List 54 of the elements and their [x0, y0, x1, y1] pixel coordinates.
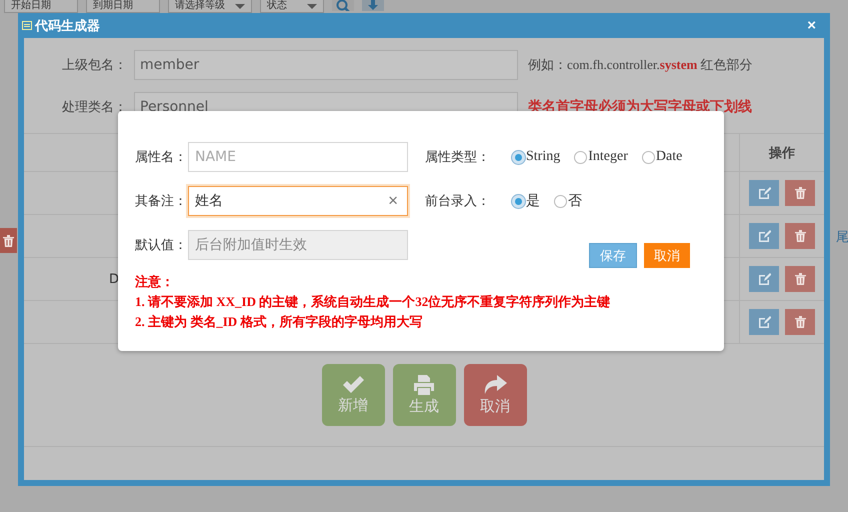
radio-option[interactable]: String — [512, 149, 560, 165]
option-label: 属性类型： — [425, 149, 491, 166]
download-icon — [366, 0, 380, 11]
radio-option[interactable]: 否 — [554, 192, 582, 210]
window-title: 代码生成器 — [35, 18, 101, 34]
note-text: 2. 主键为 类名_ID 格式，所有字段的字母均用大写 — [135, 313, 424, 330]
edit-icon — [758, 273, 770, 285]
delete-button[interactable] — [785, 266, 815, 292]
cancel-button[interactable]: 取消 — [464, 364, 526, 426]
delete-button[interactable] — [785, 180, 815, 206]
close-button[interactable]: × — [807, 17, 826, 34]
printer-icon — [413, 374, 435, 394]
select-field[interactable]: 状态 — [260, 0, 324, 13]
edit-icon — [758, 187, 770, 199]
field-label: 默认值： — [135, 237, 188, 254]
search-icon — [336, 0, 350, 11]
date-field[interactable]: 到期日期 — [86, 0, 160, 13]
edit-button[interactable] — [749, 180, 779, 206]
edit-button[interactable] — [749, 266, 779, 292]
trash-icon — [794, 273, 806, 285]
edit-button[interactable] — [749, 309, 779, 335]
note-text: 1. 请不要添加 XX_ID 的主键，系统自动生成一个32位无序不重复字符序列作为主键 — [135, 293, 612, 310]
delete-button[interactable] — [785, 223, 815, 249]
clear-button[interactable]: × — [388, 192, 398, 210]
column-header: 操作 — [739, 134, 824, 171]
radio-option[interactable]: 是 — [512, 192, 540, 210]
table-cell: D — [109, 272, 120, 286]
search-button[interactable] — [332, 0, 354, 11]
note-text: 注意： — [135, 273, 175, 290]
trash-icon — [794, 187, 806, 199]
select-field[interactable]: 请选择等级 — [168, 0, 252, 13]
field-label: 处理类名： — [61, 99, 127, 116]
download-button[interactable] — [362, 0, 384, 11]
edit-icon — [758, 316, 770, 328]
text-field[interactable]: member — [134, 50, 518, 80]
check-icon — [342, 376, 364, 394]
field-label: 其备注： — [135, 193, 188, 210]
input-field[interactable]: NAME — [188, 142, 408, 172]
edit-icon — [758, 230, 770, 242]
option-label: 前台录入： — [425, 193, 491, 210]
field-label: 上级包名： — [61, 57, 127, 74]
trash-icon — [794, 316, 806, 328]
window-icon — [22, 21, 32, 30]
delete-button[interactable] — [785, 309, 815, 335]
share-arrow-icon — [483, 374, 507, 394]
edit-button[interactable] — [749, 223, 779, 249]
example-text: 例如：com.fh.controller.system 红色部分 — [528, 56, 753, 74]
trash-icon — [3, 234, 14, 246]
radio-option[interactable]: Integer — [574, 149, 628, 165]
field-label: 属性名： — [135, 149, 188, 166]
radio-option[interactable]: Date — [642, 149, 682, 165]
date-field[interactable]: 开始日期 — [4, 0, 78, 13]
delete-button[interactable] — [0, 228, 17, 253]
trash-icon — [794, 230, 806, 242]
